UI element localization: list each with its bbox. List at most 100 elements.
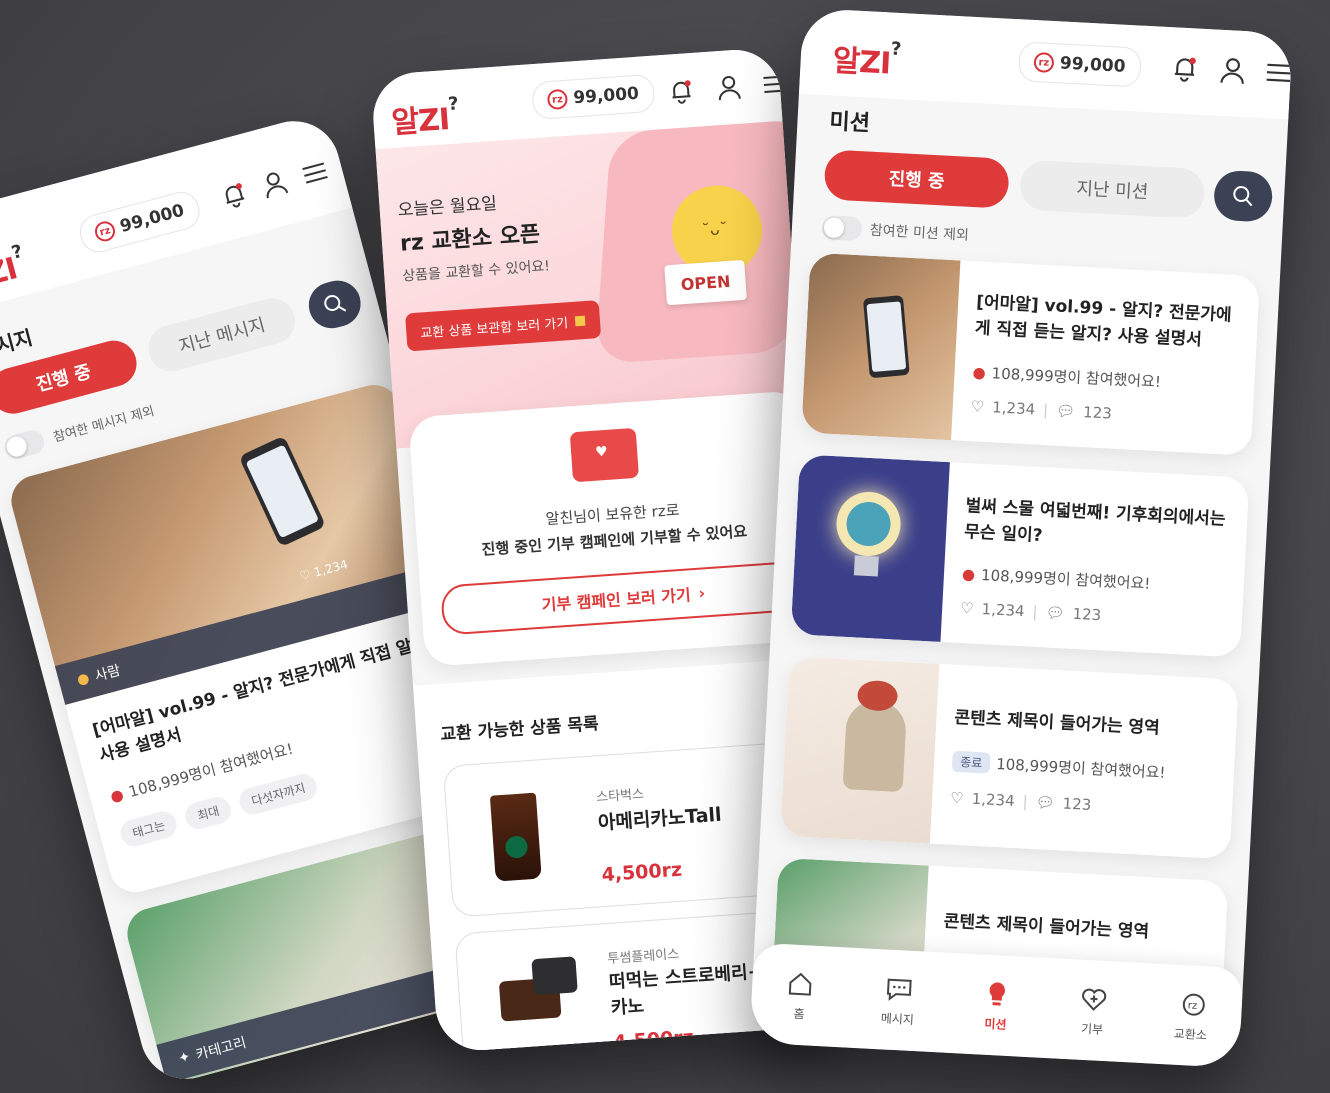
mission-title: 벌써 스물 여덟번째! 기후회의에서는 무슨 일이? <box>963 496 1226 547</box>
gift-icon: ■ <box>573 312 587 329</box>
message-icon <box>886 978 912 1001</box>
mission-stats: ♡ 1,234 | 💬︎ 123 <box>949 788 1092 815</box>
product-price: 4,500rz <box>600 858 683 887</box>
participants: ● 108,999명이 참여했어요! <box>972 362 1162 392</box>
lightbulb-icon <box>989 981 1005 1006</box>
exchange-coin-icon: rz <box>1182 993 1205 1016</box>
comment-icon[interactable]: 💬︎ <box>1045 603 1065 622</box>
bell-icon[interactable] <box>1168 51 1202 85</box>
comment-icon[interactable]: 💬︎ <box>1035 793 1055 812</box>
coin-icon: rz <box>546 88 569 111</box>
donation-box-image: ♥ <box>569 427 640 483</box>
bell-icon[interactable] <box>665 75 697 107</box>
category-icon: ✦ <box>176 1048 193 1068</box>
home-icon <box>789 972 812 996</box>
nav-messages[interactable]: 메시지 <box>880 973 916 1028</box>
mission-image <box>780 656 940 844</box>
nav-exchange[interactable]: rz 교환소 <box>1173 988 1209 1043</box>
svg-text:rz: rz <box>1188 1000 1198 1011</box>
heart-icon: ♡ <box>298 567 313 584</box>
page-title: 미션 <box>828 109 871 137</box>
product-price: 4,500rz <box>612 1026 695 1054</box>
mission-title: 콘텐츠 제목이 들어가는 영역 <box>943 911 1150 943</box>
mission-title: 콘텐츠 제목이 들어가는 영역 <box>953 707 1161 739</box>
heart-icon[interactable]: ♡ <box>970 397 984 416</box>
tag[interactable]: 다섯자까지 <box>236 770 321 818</box>
product-brand: 스타벅스 <box>595 787 645 806</box>
participants: 종료 108,999명이 참여했어요! <box>951 750 1166 783</box>
search-icon <box>1233 186 1253 207</box>
mission-stats: ♡ 1,234 | 💬︎ 123 <box>970 397 1113 423</box>
heart-icon[interactable]: ♡ <box>960 599 974 618</box>
exclude-toggle-label: 참여한 메시지 제외 <box>51 404 157 446</box>
fire-icon: ● <box>108 784 126 806</box>
tab-past-messages[interactable]: 지난 메시지 <box>143 293 301 377</box>
tag[interactable]: 최대 <box>182 793 234 832</box>
exclude-toggle[interactable] <box>821 215 863 242</box>
ended-badge: 종료 <box>951 750 991 774</box>
app-logo[interactable]: 알ZI? <box>0 241 30 301</box>
profile-icon[interactable] <box>1216 54 1250 88</box>
bell-icon[interactable] <box>216 176 253 213</box>
like-count: ♡ 1,234 <box>298 557 350 584</box>
product-brand: 투썸플레이스 <box>607 947 680 968</box>
balance-value: 99,000 <box>1059 53 1126 77</box>
search-icon <box>324 294 347 312</box>
nav-donation[interactable]: 기부 <box>1077 983 1110 1037</box>
balance-value: 99,000 <box>572 83 640 109</box>
search-button[interactable] <box>1212 169 1274 223</box>
coin-icon: rz <box>1033 52 1055 74</box>
mission-title: [어마알] vol.99 - 알지? 전문가에게 직접 듣는 알지? 사용 설명… <box>974 292 1233 351</box>
phone-in-hand-image <box>238 435 327 548</box>
exclude-toggle[interactable] <box>1 427 47 462</box>
tab-in-progress[interactable]: 진행 중 <box>823 149 1010 209</box>
tab-past-missions[interactable]: 지난 미션 <box>1019 159 1206 220</box>
exclude-toggle-label: 참여한 미션 제외 <box>869 222 970 244</box>
coin-icon: rz <box>92 219 118 244</box>
balance-pill[interactable]: rz 99,000 <box>1017 41 1142 88</box>
profile-icon[interactable] <box>713 71 745 103</box>
nav-home[interactable]: 홈 <box>784 968 817 1022</box>
open-sign: OPEN <box>664 259 747 306</box>
banner-headline: rz 교환소 오픈 <box>399 222 541 257</box>
app-header: 알ZI? rz 99,000 <box>798 7 1293 120</box>
app-logo[interactable]: 알ZI? <box>832 36 901 83</box>
mission-card[interactable]: [어마알] vol.99 - 알지? 전문가에게 직접 듣는 알지? 사용 설명… <box>801 252 1261 456</box>
heart-icon[interactable]: ♡ <box>950 789 964 808</box>
menu-icon[interactable] <box>1262 56 1293 90</box>
mission-image <box>801 252 961 441</box>
phone-missions: 알ZI? rz 99,000 미션 진행 중 지난 미션 참여한 미션 제외 [… <box>749 7 1293 1069</box>
donation-card: ♥ 알친님이 보유한 rz로 진행 중인 기부 캠페인에 기부할 수 있어요 기… <box>408 390 819 668</box>
fire-icon: ● <box>961 564 976 584</box>
mission-card[interactable]: 벌써 스물 여덟번째! 기후회의에서는 무슨 일이? ● 108,999명이 참여… <box>790 454 1250 658</box>
search-button[interactable] <box>303 275 366 334</box>
menu-icon[interactable] <box>297 155 334 192</box>
page-title: 메시지 <box>0 325 36 363</box>
banner-subtitle: 상품을 교환할 수 있어요! <box>401 258 551 285</box>
americano-image <box>489 792 542 882</box>
profile-icon[interactable] <box>256 166 293 203</box>
mission-card[interactable]: 콘텐츠 제목이 들어가는 영역 종료 108,999명이 참여했어요! ♡ 1,2… <box>780 656 1239 860</box>
fire-icon: ● <box>972 362 987 382</box>
mission-image <box>790 454 950 642</box>
balance-pill[interactable]: rz 99,000 <box>531 73 656 121</box>
nav-missions[interactable]: 미션 <box>980 978 1013 1032</box>
tag[interactable]: 태그는 <box>117 808 180 850</box>
donation-campaign-button[interactable]: 기부 캠페인 보러 가기 › <box>440 560 807 636</box>
comment-icon[interactable]: 💬︎ <box>1056 402 1076 421</box>
participants: ● 108,999명이 참여했어요! <box>961 564 1151 593</box>
balance-pill[interactable]: rz 99,000 <box>75 188 204 257</box>
person-icon: ● <box>75 669 92 689</box>
menu-icon[interactable] <box>759 68 791 100</box>
products-title: 교환 가능한 상품 목록 <box>439 714 600 746</box>
balance-value: 99,000 <box>117 200 187 237</box>
banner-day: 오늘은 월요일 <box>397 193 498 221</box>
app-logo[interactable]: 알ZI? <box>390 93 460 142</box>
product-name: 아메리카노Tall <box>597 803 723 835</box>
app-header: 알ZI? rz 99,000 <box>0 110 353 317</box>
coffee-cup-image <box>531 956 578 996</box>
chevron-right-icon: › <box>697 582 706 603</box>
storage-button[interactable]: 교환 상품 보관함 보러 가기 ■ <box>405 300 602 352</box>
mission-stats: ♡ 1,234 | 💬︎ 123 <box>959 598 1102 625</box>
heart-plus-icon <box>1081 988 1106 1011</box>
